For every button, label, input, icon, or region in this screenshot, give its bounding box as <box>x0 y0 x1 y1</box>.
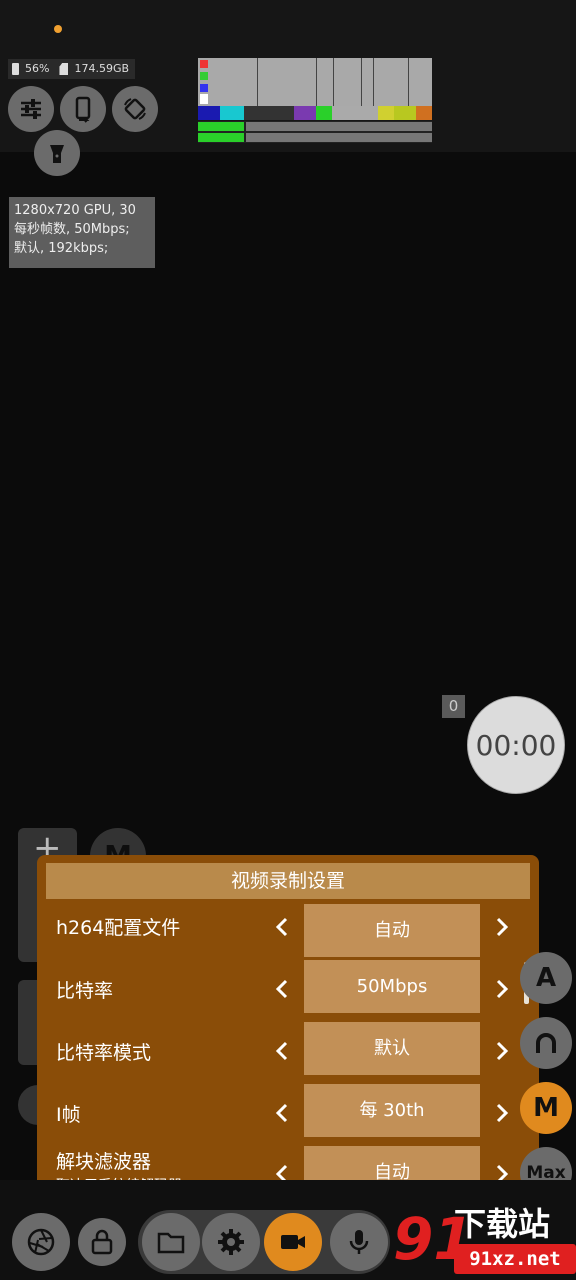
phone-icon <box>75 96 91 123</box>
chevron-left-icon <box>275 917 288 937</box>
watermark-text: 下载站 <box>454 1205 551 1243</box>
settings-button[interactable] <box>202 1213 260 1271</box>
chevron-left-icon <box>275 979 288 999</box>
phone-button[interactable] <box>60 86 106 132</box>
aperture-button[interactable] <box>12 1213 70 1271</box>
video-mode-button[interactable] <box>264 1213 322 1271</box>
row-label-deblock: 解块滤波器 <box>56 1151 152 1173</box>
storage-indicator: 56% 174.59GB <box>8 59 135 79</box>
settings-sliders-button[interactable] <box>8 86 54 132</box>
iframe-next-button[interactable] <box>490 1101 514 1125</box>
sliders-icon <box>21 99 41 119</box>
h264-next-button[interactable] <box>490 915 514 939</box>
bitrate-mode-value: 默认 <box>304 1022 480 1075</box>
photo-counter: 0 <box>442 695 465 718</box>
microphone-icon <box>349 1230 369 1254</box>
recording-info-box: 1280x720 GPU, 30 每秒帧数, 50Mbps; 默认, 192kb… <box>9 197 155 268</box>
video-camera-icon <box>281 1235 305 1249</box>
watermark-url: 91xz.net <box>454 1244 576 1274</box>
aperture-icon <box>27 1228 55 1256</box>
rotate-icon <box>124 98 146 120</box>
row-label-iframe: I帧 <box>56 1104 81 1126</box>
color-bars <box>198 106 432 120</box>
info-line: 默认, 192kbps; <box>14 241 109 256</box>
chevron-right-icon <box>496 1103 509 1123</box>
bitrate-value: 50Mbps <box>304 960 480 1013</box>
bitrate-prev-button[interactable] <box>270 977 294 1001</box>
status-dot <box>54 25 62 33</box>
shutter-timer-button[interactable]: 00:00 <box>467 696 565 794</box>
chevron-right-icon <box>496 1041 509 1061</box>
auto-mode-button[interactable]: A <box>520 952 572 1004</box>
chevron-left-icon <box>275 1103 288 1123</box>
watermark-logo: 91 <box>393 1205 474 1273</box>
microphone-button[interactable] <box>330 1213 388 1271</box>
histogram-green <box>200 72 208 80</box>
storage-free: 174.59GB <box>74 62 130 75</box>
iframe-prev-button[interactable] <box>270 1101 294 1125</box>
manual-exposure-button[interactable]: M <box>520 1082 572 1134</box>
chevron-right-icon <box>496 917 509 937</box>
sd-card-icon <box>59 63 69 75</box>
histogram-luma <box>200 94 208 104</box>
audio-meter <box>198 121 432 143</box>
hdr-button[interactable] <box>520 1017 572 1069</box>
histogram-blue <box>200 84 208 92</box>
lock-settings-button[interactable] <box>78 1218 126 1266</box>
bitrate-mode-next-button[interactable] <box>490 1039 514 1063</box>
row-label-h264: h264配置文件 <box>56 917 181 939</box>
gear-icon <box>218 1229 244 1255</box>
bitrate-next-button[interactable] <box>490 977 514 1001</box>
arch-icon <box>536 1033 556 1053</box>
info-line: 每秒帧数, 50Mbps; <box>14 222 130 237</box>
row-label-bitrate: 比特率 <box>56 980 114 1002</box>
h264-value: 自动 <box>304 904 480 957</box>
h264-prev-button[interactable] <box>270 915 294 939</box>
chevron-right-icon <box>496 979 509 999</box>
info-line: 1280x720 GPU, 30 <box>14 203 136 218</box>
panel-title: 视频录制设置 <box>46 863 530 899</box>
battery-icon <box>12 63 19 75</box>
gallery-button[interactable] <box>142 1213 200 1271</box>
bitrate-mode-prev-button[interactable] <box>270 1039 294 1063</box>
histogram <box>198 58 432 106</box>
lock-icon <box>91 1229 113 1255</box>
rotate-lock-button[interactable] <box>112 86 158 132</box>
folder-icon <box>157 1232 185 1254</box>
flashlight-button[interactable] <box>34 130 80 176</box>
chevron-left-icon <box>275 1041 288 1061</box>
battery-level: 56% <box>25 62 50 75</box>
iframe-value: 每 30th <box>304 1084 480 1137</box>
row-label-bitrate-mode: 比特率模式 <box>56 1042 152 1064</box>
histogram-red <box>200 60 208 68</box>
flashlight-icon <box>50 145 64 163</box>
